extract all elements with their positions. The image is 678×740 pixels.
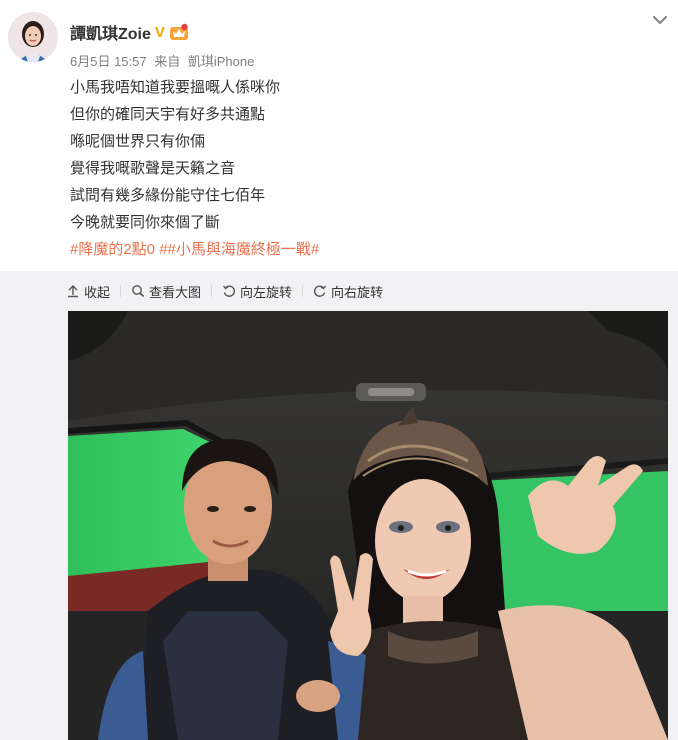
- rotate-right-label: 向右旋转: [331, 284, 384, 300]
- post-photo[interactable]: [68, 311, 668, 740]
- weibo-post-card: 譚凱琪Zoie V 6月5日 15:57 来自 凱琪iPhone 小馬我唔知道我…: [0, 0, 678, 740]
- post-text-line: 試問有幾多緣份能守住七佰年: [70, 187, 266, 204]
- view-large-label: 查看大图: [149, 284, 202, 300]
- rotate-left-button[interactable]: 向左旋转: [222, 282, 292, 301]
- post-text-line: 覺得我嘅歌聲是天籟之音: [70, 160, 236, 177]
- verified-v-icon[interactable]: V: [155, 25, 165, 40]
- member-crown-icon[interactable]: [169, 23, 189, 41]
- hashtag-link[interactable]: #小馬與海魔終極一戰#: [168, 241, 320, 258]
- magnifier-icon: [132, 285, 145, 298]
- user-name[interactable]: 譚凱琪Zoie: [70, 20, 151, 44]
- toolbar-divider: [211, 285, 213, 297]
- post-text-line: 小馬我唔知道我要搵嘅人係咪你: [70, 79, 281, 96]
- collapse-label: 收起: [84, 284, 111, 300]
- rotate-left-icon: [222, 285, 236, 297]
- post-text: 小馬我唔知道我要搵嘅人係咪你 但你的確同天宇有好多共通點 喺呢個世界只有你倆 覺…: [70, 74, 319, 263]
- post-date[interactable]: 6月5日 15:57: [70, 54, 147, 69]
- rotate-right-button[interactable]: 向右旋转: [313, 282, 383, 301]
- post-meta: 6月5日 15:57 来自 凱琪iPhone: [70, 51, 258, 70]
- post-text-line: 喺呢個世界只有你倆: [70, 133, 206, 150]
- media-panel: 收起 查看大图 向左旋转 向右旋转: [0, 271, 678, 740]
- post-text-line: 但你的確同天宇有好多共通點: [70, 106, 266, 123]
- post-text-line: 今晚就要同你來個了斷: [70, 214, 221, 231]
- avatar-image: [8, 12, 58, 62]
- source-device[interactable]: 凱琪iPhone: [188, 54, 254, 69]
- rotate-left-label: 向左旋转: [240, 284, 293, 300]
- toolbar-divider: [120, 285, 122, 297]
- arrow-up-icon: [68, 285, 78, 298]
- hashtag-row: #降魔的2點0 ##小馬與海魔終極一戰#: [70, 236, 319, 263]
- media-toolbar: 收起 查看大图 向左旋转 向右旋转: [66, 281, 383, 301]
- source-prefix: 来自: [154, 54, 181, 69]
- chevron-down-icon[interactable]: [652, 14, 668, 26]
- selfie-photo: [68, 311, 668, 740]
- collapse-button[interactable]: 收起: [66, 282, 110, 301]
- user-name-row: 譚凱琪Zoie V: [70, 20, 189, 44]
- hashtag-link[interactable]: #降魔的2點0 #: [70, 241, 168, 258]
- view-large-button[interactable]: 查看大图: [131, 282, 201, 301]
- rotate-right-icon: [314, 285, 327, 297]
- avatar[interactable]: [8, 12, 58, 62]
- toolbar-divider: [302, 285, 304, 297]
